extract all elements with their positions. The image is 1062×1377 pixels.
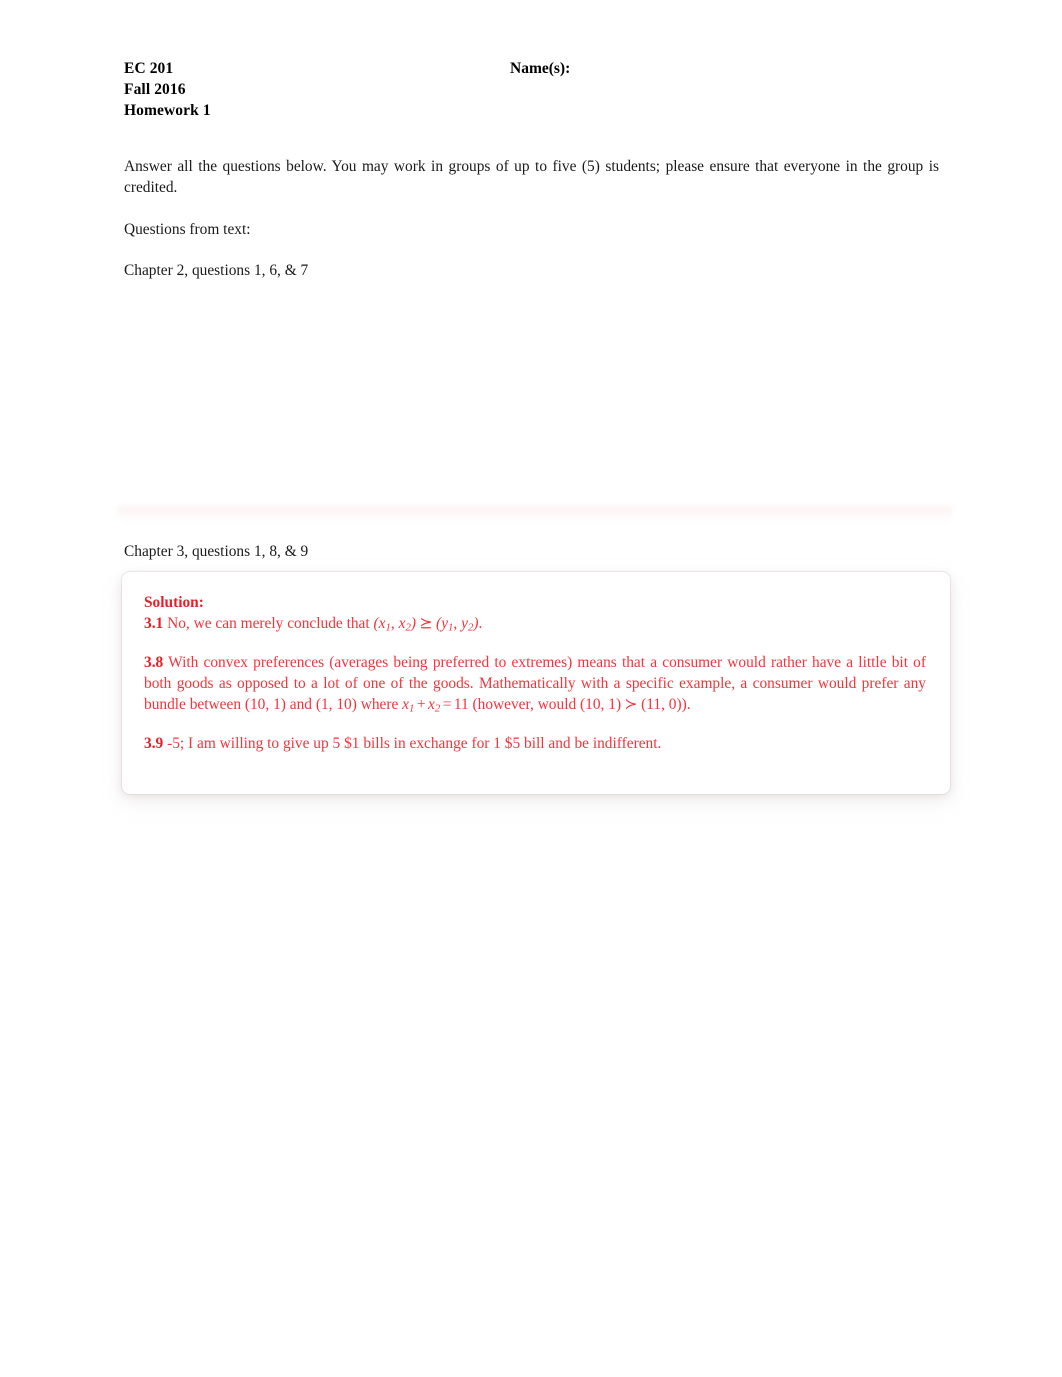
math-preference-relation: (x1, x2) ⪰ (y1, y2) [373, 615, 479, 634]
term-label: Fall 2016 [124, 81, 186, 98]
document-header: EC 201 Fall 2016 Homework 1 Name(s): [124, 58, 944, 121]
solution-item-number: 3.9 [144, 735, 164, 752]
solution-item-3-1: 3.1 No, we can merely conclude that (x1,… [144, 613, 926, 634]
solution-parenthetical-open: (however, would [468, 696, 581, 713]
math-bundle-d: (11, 0) [641, 696, 682, 713]
math-strict-preference-symbol: ≻ [624, 696, 638, 713]
instructions-paragraph: Answer all the questions below. You may … [124, 158, 939, 196]
solution-item-number: 3.8 [144, 654, 164, 671]
solution-box: Solution: 3.1 No, we can merely conclude… [122, 572, 950, 794]
solution-item-3-8: 3.8 With convex preferences (averages be… [144, 652, 926, 715]
solution-where-word: where [356, 696, 403, 713]
solution-conjunction: and [285, 696, 316, 713]
math-bundle-c: (10, 1) [580, 696, 622, 713]
chapter-3-questions: Chapter 3, questions 1, 8, & 9 [124, 543, 309, 560]
math-bundle-b: (1, 10) [315, 696, 357, 713]
faded-solution-band [118, 506, 952, 526]
names-field-label: Name(s): [510, 60, 571, 77]
questions-from-text-label: Questions from text: [124, 221, 251, 238]
math-budget-equation: x1 + x2 = 11 [402, 696, 469, 715]
solution-item-text: No, we can merely conclude that [167, 615, 374, 632]
assignment-title: Homework 1 [124, 102, 211, 119]
solution-item-period: . [478, 615, 483, 632]
solution-heading: Solution: [144, 594, 204, 611]
solution-item-text: -5; I am willing to give up 5 $1 bills i… [167, 735, 662, 752]
solution-item-3-9: 3.9 -5; I am willing to give up 5 $1 bil… [144, 733, 926, 754]
chapter-2-questions: Chapter 2, questions 1, 6, & 7 [124, 262, 309, 279]
solution-item-number: 3.1 [144, 615, 164, 632]
math-bundle-a: (10, 1) [244, 696, 286, 713]
document-page: EC 201 Fall 2016 Homework 1 Name(s): Ans… [0, 0, 1062, 1377]
solution-parenthetical-close: ). [681, 696, 691, 713]
